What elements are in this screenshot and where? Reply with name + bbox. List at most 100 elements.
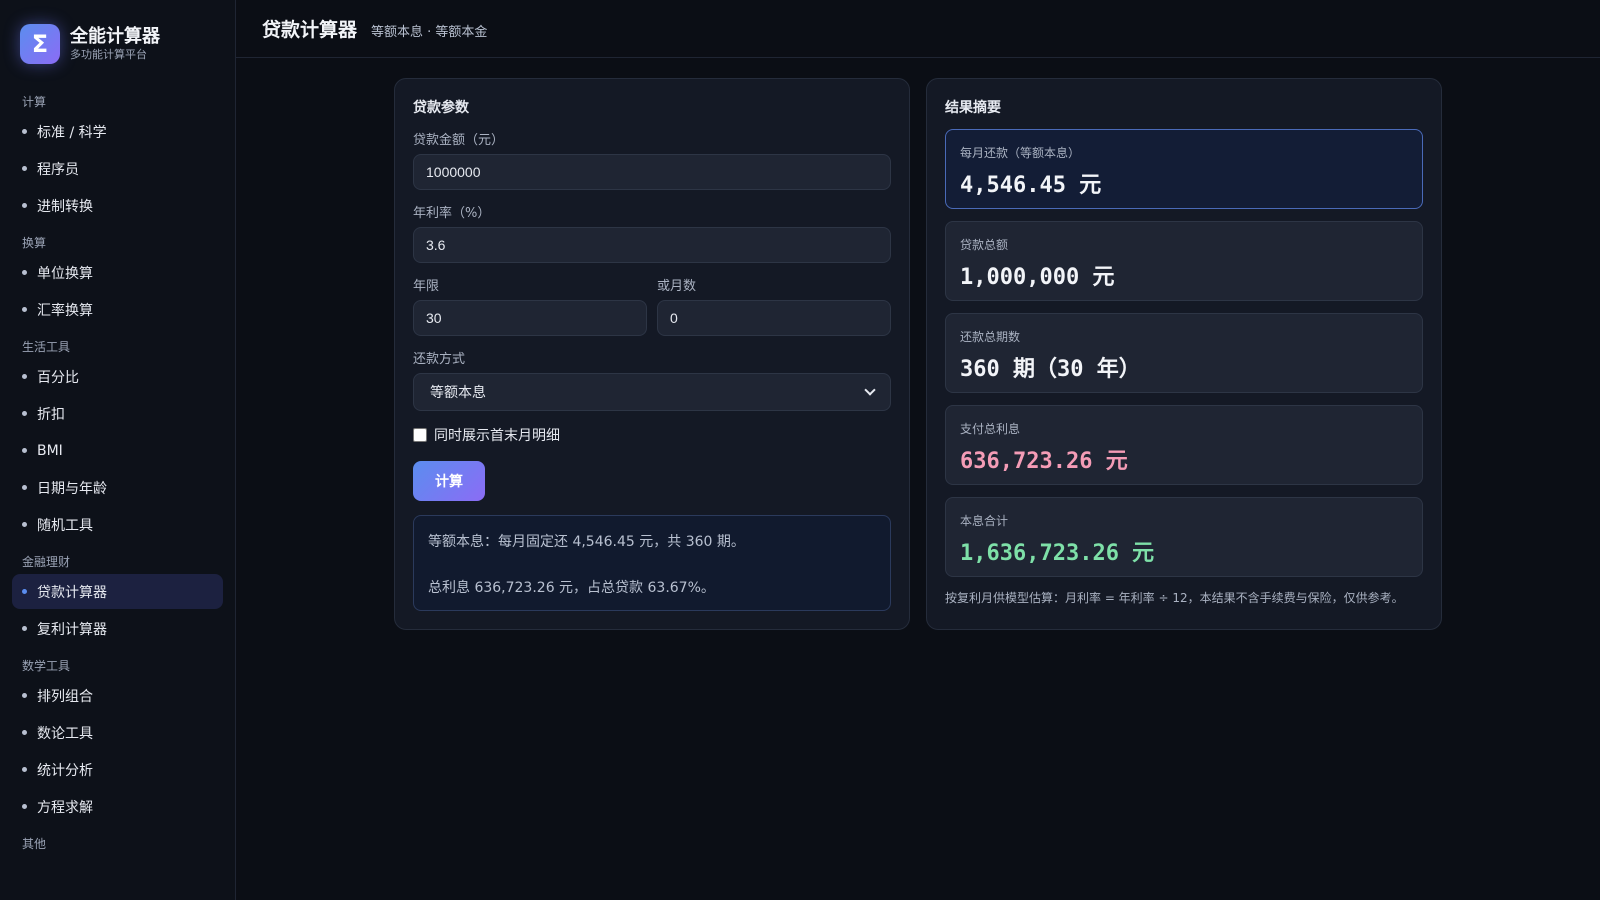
page-title: 贷款计算器	[262, 19, 358, 41]
sidebar-item-label: 折扣	[37, 406, 65, 423]
bullet-icon	[22, 203, 27, 208]
sidebar-item-bmi[interactable]: BMI	[12, 433, 223, 468]
sidebar-nav: 计算 标准 / 科学 程序员 进制转换 换算 单位换算 汇率换算 生活工具 百分…	[0, 66, 235, 854]
summary-line: 总利息 636,723.26 元，占总贷款 63.67%。	[428, 580, 715, 596]
sidebar-item-label: 方程求解	[37, 799, 93, 816]
amount-input[interactable]	[413, 154, 891, 190]
sidebar-item-discount[interactable]: 折扣	[12, 396, 223, 431]
method-label: 还款方式	[413, 352, 466, 367]
monthly-payment-card: 每月还款（等额本息） 4,546.45 元	[945, 129, 1423, 209]
card-value: 4,546.45 元	[960, 173, 1102, 198]
sidebar-item-compound[interactable]: 复利计算器	[12, 611, 223, 646]
bullet-icon	[22, 804, 27, 809]
nav-group-label: 计算	[22, 95, 47, 109]
loan-total-card: 贷款总额 1,000,000 元	[945, 221, 1423, 301]
principal-interest-total-card: 本息合计 1,636,723.26 元	[945, 497, 1423, 577]
summary-text-box: 等额本息：每月固定还 4,546.45 元，共 360 期。 总利息 636,7…	[413, 515, 891, 611]
total-interest-card: 支付总利息 636,723.26 元	[945, 405, 1423, 485]
sidebar-item-label: 单位换算	[37, 265, 93, 282]
nav-group-label: 其他	[22, 837, 47, 851]
card-label: 支付总利息	[960, 422, 1021, 436]
sidebar-item-equation[interactable]: 方程求解	[12, 789, 223, 824]
sidebar-item-label: 统计分析	[37, 762, 93, 779]
sidebar-item-base-convert[interactable]: 进制转换	[12, 188, 223, 223]
sidebar-item-unit[interactable]: 单位换算	[12, 255, 223, 290]
sidebar-item-label: 程序员	[37, 161, 79, 178]
bullet-icon	[22, 730, 27, 735]
sigma-logo-icon: Σ	[20, 24, 60, 64]
bullet-icon	[22, 448, 27, 453]
bullet-icon	[22, 166, 27, 171]
months-label: 或月数	[657, 279, 697, 294]
sidebar-item-label: BMI	[37, 442, 63, 459]
sidebar: Σ 全能计算器 多功能计算平台 计算 标准 / 科学 程序员 进制转换 换算 单…	[0, 0, 236, 900]
years-label: 年限	[413, 279, 440, 294]
summary-line: 等额本息：每月固定还 4,546.45 元，共 360 期。	[428, 534, 745, 550]
rate-label: 年利率（%）	[413, 206, 491, 221]
sidebar-item-programmer[interactable]: 程序员	[12, 151, 223, 186]
bullet-icon	[22, 522, 27, 527]
card-value: 360 期（30 年）	[960, 357, 1141, 382]
panel-title: 贷款参数	[413, 100, 469, 116]
bullet-icon	[22, 129, 27, 134]
sidebar-item-label: 复利计算器	[37, 621, 107, 638]
nav-group-label: 生活工具	[22, 340, 71, 354]
detail-checkbox[interactable]	[413, 428, 427, 442]
bullet-icon	[22, 374, 27, 379]
brand: Σ 全能计算器 多功能计算平台	[0, 0, 235, 66]
sidebar-item-statistics[interactable]: 统计分析	[12, 752, 223, 787]
bullet-icon	[22, 589, 27, 594]
sidebar-item-label: 随机工具	[37, 517, 93, 534]
detail-checkbox-label: 同时展示首末月明细	[434, 428, 560, 444]
sidebar-item-label: 百分比	[37, 369, 79, 386]
bullet-icon	[22, 270, 27, 275]
bullet-icon	[22, 693, 27, 698]
panel-title: 结果摘要	[945, 100, 1001, 116]
years-input[interactable]	[413, 300, 647, 336]
sidebar-item-label: 进制转换	[37, 198, 93, 215]
sidebar-item-combinatorics[interactable]: 排列组合	[12, 678, 223, 713]
bullet-icon	[22, 411, 27, 416]
sidebar-item-currency[interactable]: 汇率换算	[12, 292, 223, 327]
card-label: 贷款总额	[960, 238, 1009, 252]
sidebar-item-label: 日期与年龄	[37, 480, 107, 497]
sidebar-item-label: 贷款计算器	[37, 584, 107, 601]
bullet-icon	[22, 626, 27, 631]
method-selected-value: 等额本息	[430, 385, 486, 401]
nav-group-label: 金融理财	[22, 555, 71, 569]
card-label: 本息合计	[960, 514, 1009, 528]
brand-subtitle: 多功能计算平台	[70, 48, 147, 61]
nav-group-label: 换算	[22, 236, 47, 250]
card-label: 还款总期数	[960, 330, 1021, 344]
loan-params-panel: 贷款参数 贷款金额（元） 年利率（%） 年限 或月数 还款方式 等额本息 同时展…	[394, 78, 910, 630]
sidebar-item-percent[interactable]: 百分比	[12, 359, 223, 394]
rate-input[interactable]	[413, 227, 891, 263]
sidebar-item-loan[interactable]: 贷款计算器	[12, 574, 223, 609]
amount-label: 贷款金额（元）	[413, 133, 505, 148]
sidebar-item-label: 排列组合	[37, 688, 93, 705]
sidebar-item-label: 汇率换算	[37, 302, 93, 319]
bullet-icon	[22, 307, 27, 312]
sidebar-item-label: 标准 / 科学	[37, 124, 107, 141]
bullet-icon	[22, 767, 27, 772]
sidebar-item-label: 数论工具	[37, 725, 93, 742]
bullet-icon	[22, 485, 27, 490]
sidebar-item-random[interactable]: 随机工具	[12, 507, 223, 542]
card-value: 636,723.26 元	[960, 449, 1128, 474]
sidebar-item-date-age[interactable]: 日期与年龄	[12, 470, 223, 505]
nav-group-label: 数学工具	[22, 659, 71, 673]
card-value: 1,000,000 元	[960, 265, 1115, 290]
months-input[interactable]	[657, 300, 891, 336]
brand-title: 全能计算器	[70, 26, 160, 47]
detail-checkbox-row[interactable]: 同时展示首末月明细	[413, 425, 891, 445]
sidebar-item-number-theory[interactable]: 数论工具	[12, 715, 223, 750]
chevron-down-icon	[864, 384, 876, 396]
card-label: 每月还款（等额本息）	[960, 146, 1081, 160]
method-select[interactable]: 等额本息	[413, 373, 891, 411]
results-footnote: 按复利月供模型估算：月利率 = 年利率 ÷ 12，本结果不含手续费与保险，仅供参…	[945, 591, 1404, 605]
sidebar-item-standard[interactable]: 标准 / 科学	[12, 114, 223, 149]
page-subtitle: 等额本息 · 等额本金	[371, 24, 488, 40]
calculate-button[interactable]: 计算	[413, 461, 485, 501]
page-header: 贷款计算器 等额本息 · 等额本金	[236, 0, 1600, 58]
period-count-card: 还款总期数 360 期（30 年）	[945, 313, 1423, 393]
